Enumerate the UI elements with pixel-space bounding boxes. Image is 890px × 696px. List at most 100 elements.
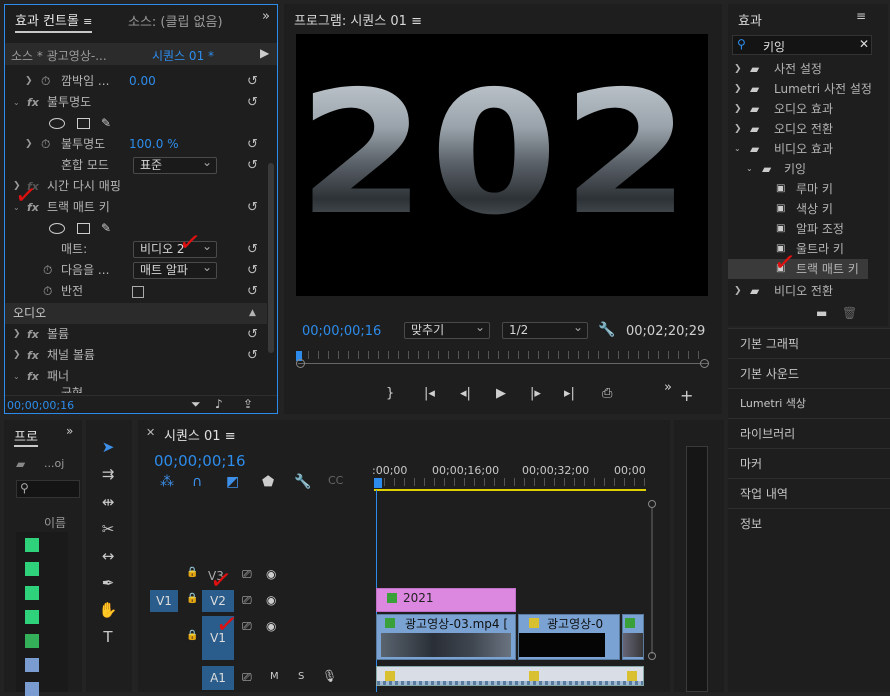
- blink-value[interactable]: 0.00: [129, 71, 156, 92]
- eye-icon[interactable]: ◉: [266, 619, 276, 633]
- new-bin-icon[interactable]: ▬: [816, 306, 827, 320]
- clip-v1-b[interactable]: 광고영상-0: [518, 614, 620, 660]
- reset-icon[interactable]: ↺: [247, 134, 258, 155]
- source-patch-v1[interactable]: V1: [150, 590, 178, 612]
- channel-volume-row[interactable]: ❯ fx 채널 볼륨 ↺: [5, 345, 267, 366]
- timeline-v-scroll[interactable]: [648, 500, 656, 660]
- panel-lumetri-color[interactable]: Lumetri 색상: [728, 388, 890, 418]
- reset-icon[interactable]: ↺: [247, 197, 258, 218]
- tree-item-audio-transitions[interactable]: ❯ ▰ 오디오 전환: [728, 119, 888, 139]
- lock-icon[interactable]: 🔒: [186, 630, 198, 641]
- reset-icon[interactable]: ↺: [247, 281, 258, 302]
- tab-source[interactable]: 소스: (클립 없음): [128, 11, 223, 30]
- sync-icon[interactable]: ⎚: [242, 670, 252, 685]
- tab-project[interactable]: 프로: [14, 426, 38, 447]
- tab-sequence[interactable]: 시퀀스 01 ≡: [164, 425, 236, 444]
- reset-icon[interactable]: ↺: [247, 345, 258, 366]
- time-remap-row[interactable]: ❯ fx 시간 다시 매핑: [5, 176, 267, 197]
- search-input[interactable]: 키잉: [763, 38, 785, 55]
- blend-mode-dropdown[interactable]: 표준: [133, 155, 217, 174]
- panel-markers[interactable]: 마커: [728, 448, 890, 478]
- tree-item-audio-effects[interactable]: ❯ ▰ 오디오 효과: [728, 99, 888, 119]
- step-forward-icon[interactable]: |▸: [530, 386, 541, 401]
- reset-icon[interactable]: ↺: [247, 71, 258, 92]
- microphone-icon[interactable]: 🎙: [322, 669, 337, 683]
- effects-search[interactable]: ⚲ 키잉 ✕: [732, 35, 872, 55]
- clip-v2-title[interactable]: 2021: [376, 588, 516, 612]
- wrench-icon[interactable]: 🔧: [598, 322, 615, 338]
- project-file-name[interactable]: ...oj: [44, 457, 64, 470]
- tree-item-ultra-key[interactable]: ▣ 울트라 키: [728, 239, 888, 259]
- lock-icon[interactable]: 🔒: [186, 567, 198, 578]
- panel-essential-graphics[interactable]: 기본 그래픽: [728, 328, 890, 358]
- pen-mask-icon[interactable]: ✎: [101, 218, 111, 239]
- close-tab-icon[interactable]: ✕: [146, 426, 155, 439]
- tree-item-video-effects[interactable]: ⌄ ▰ 비디오 효과: [728, 139, 888, 159]
- timecode[interactable]: 00;00;00;16: [7, 399, 74, 412]
- export-frame-icon[interactable]: ⎙: [602, 386, 612, 401]
- solo-button[interactable]: S: [298, 671, 304, 682]
- menu-icon[interactable]: ≡: [856, 9, 866, 23]
- tree-item-alpha-adjust[interactable]: ▣ 알파 조정: [728, 219, 888, 239]
- mute-button[interactable]: M: [270, 671, 279, 682]
- stopwatch-icon[interactable]: ⏱: [41, 71, 50, 92]
- clear-search-icon[interactable]: ✕: [859, 37, 869, 51]
- play-audio-icon[interactable]: ♪: [215, 397, 223, 411]
- playhead[interactable]: [374, 478, 382, 488]
- ripple-edit-tool-icon[interactable]: ⇹: [96, 490, 120, 514]
- tree-item-track-matte-key[interactable]: ▣ 트랙 매트 키: [728, 259, 868, 279]
- fit-dropdown[interactable]: 맞추기: [404, 320, 490, 339]
- panel-info[interactable]: 정보: [728, 508, 890, 538]
- add-button-icon[interactable]: +: [680, 386, 693, 405]
- tree-item-lumetri-presets[interactable]: ❯ ▰ Lumetri 사전 설정: [728, 79, 888, 99]
- name-column-header[interactable]: 이름: [44, 514, 66, 531]
- stopwatch-icon[interactable]: ⏱: [43, 260, 52, 281]
- play-icon[interactable]: ▶: [496, 386, 506, 401]
- ellipse-mask-icon[interactable]: [49, 118, 65, 129]
- play-only-icon[interactable]: ▶: [260, 46, 269, 60]
- project-search-input[interactable]: ⚲: [16, 480, 80, 498]
- composite-dropdown[interactable]: 매트 알파: [133, 262, 217, 279]
- tree-item-presets[interactable]: ❯ ▰ 사전 설정: [728, 59, 888, 79]
- timeline-timecode[interactable]: 00;00;00;16: [154, 452, 246, 470]
- resolution-dropdown[interactable]: 1/2: [502, 320, 588, 339]
- hand-tool-icon[interactable]: ✋: [96, 598, 120, 622]
- eye-icon[interactable]: ◉: [266, 593, 276, 607]
- source-label[interactable]: 소스 * 광고영상-...: [11, 47, 107, 64]
- tree-item-color-key[interactable]: ▣ 색상 키: [728, 199, 888, 219]
- list-item[interactable]: [16, 532, 68, 696]
- delete-icon[interactable]: 🗑: [842, 306, 857, 320]
- pen-mask-icon[interactable]: ✎: [101, 113, 111, 134]
- linked-selection-icon[interactable]: ◩: [226, 474, 239, 490]
- reset-icon[interactable]: ↺: [247, 155, 258, 176]
- scrollbar[interactable]: [268, 163, 274, 353]
- go-to-in-icon[interactable]: |◂: [424, 386, 435, 401]
- panel-overflow-icon[interactable]: »: [262, 9, 270, 24]
- tree-item-keying[interactable]: ⌄ ▰ 키잉: [728, 159, 888, 179]
- sequence-label[interactable]: 시퀀스 01 *: [152, 47, 214, 64]
- panel-essential-sound[interactable]: 기본 사운드: [728, 358, 890, 388]
- clip-v1-c[interactable]: [622, 614, 644, 660]
- panel-history[interactable]: 작업 내역: [728, 478, 890, 508]
- step-back-icon[interactable]: ◂|: [460, 386, 471, 401]
- playhead-timecode[interactable]: 00;00;00;16: [302, 324, 381, 339]
- eye-icon[interactable]: ◉: [266, 567, 276, 581]
- reset-icon[interactable]: ↺: [247, 260, 258, 281]
- program-title[interactable]: 프로그램: 시퀀스 01 ≡: [294, 10, 422, 29]
- track-label[interactable]: A1: [202, 666, 234, 690]
- reverse-checkbox[interactable]: [132, 286, 144, 298]
- sync-icon[interactable]: ⎚: [242, 619, 252, 634]
- stopwatch-icon[interactable]: ⏱: [41, 134, 50, 155]
- more-icon[interactable]: »: [664, 380, 672, 395]
- reset-icon[interactable]: ↺: [247, 324, 258, 345]
- clip-v1-a[interactable]: 광고영상-03.mp4 [: [376, 614, 516, 660]
- tree-item-luma-key[interactable]: ▣ 루마 키: [728, 179, 888, 199]
- razor-tool-icon[interactable]: ✂: [96, 517, 120, 541]
- pen-tool-icon[interactable]: ✒: [96, 571, 120, 595]
- volume-row[interactable]: ❯ fx 볼륨 ↺: [5, 324, 267, 345]
- timeline-ruler[interactable]: :00;00 00;00;16;00 00;00;32;00 00;00: [372, 460, 652, 494]
- tree-item-video-transitions[interactable]: ❯ ▰ 비디오 전환: [728, 281, 888, 301]
- timeline-scrubber[interactable]: [296, 351, 709, 369]
- reset-icon[interactable]: ↺: [247, 239, 258, 260]
- type-tool-icon[interactable]: T: [96, 625, 120, 649]
